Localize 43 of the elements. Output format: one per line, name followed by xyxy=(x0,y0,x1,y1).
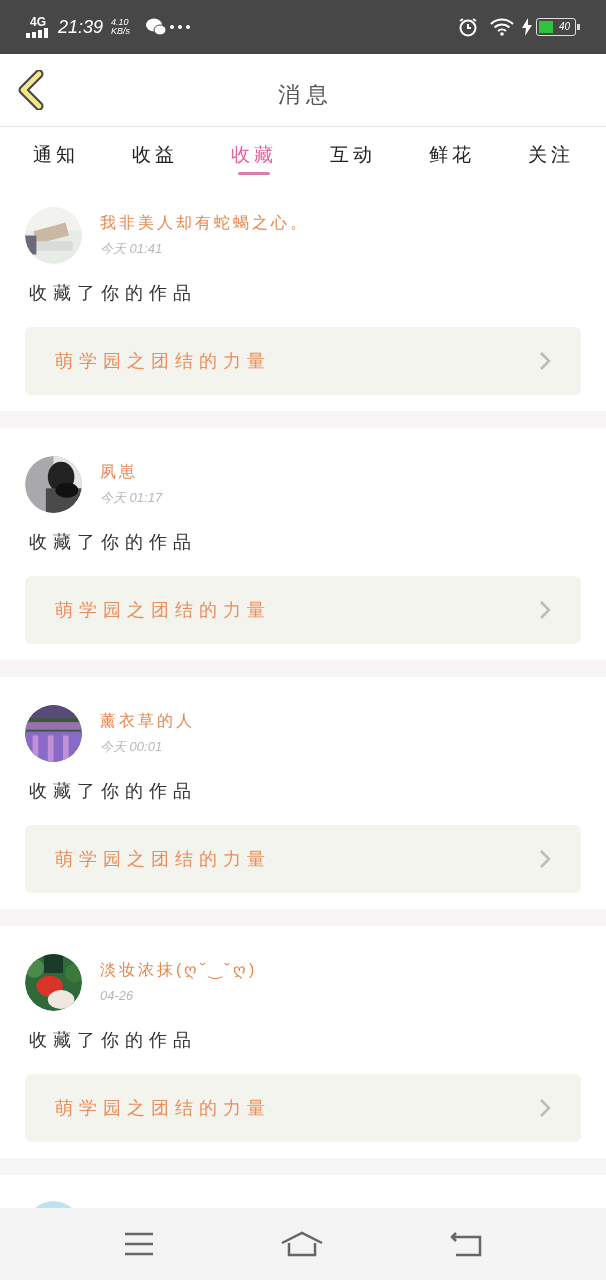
user-name[interactable]: 淡妆浓抹(ღ˘‿˘ღ) xyxy=(100,958,258,982)
message-text: 收藏了你的作品 xyxy=(29,531,198,554)
message-text: 收藏了你的作品 xyxy=(29,1029,198,1052)
network-speed: 4.10 xyxy=(111,18,130,27)
user-name[interactable]: 夙崽 xyxy=(100,460,163,484)
back-icon[interactable] xyxy=(450,1231,483,1257)
chevron-right-icon xyxy=(539,849,551,869)
tab[interactable]: 互动 xyxy=(303,127,402,179)
tab[interactable]: 通知 xyxy=(6,127,105,179)
work-link[interactable]: 萌学园之团结的力量 xyxy=(25,825,581,893)
more-icon xyxy=(170,25,191,29)
tab[interactable]: 收藏 xyxy=(204,127,303,179)
wifi-icon xyxy=(490,18,514,36)
tab[interactable]: 鲜花 xyxy=(402,127,501,179)
message-time: 今天 01:17 xyxy=(100,489,163,507)
signal-icon xyxy=(26,28,50,38)
tab[interactable]: 收益 xyxy=(105,127,204,179)
chevron-right-icon xyxy=(539,351,551,371)
battery-percent: 40 xyxy=(558,22,570,32)
message-text: 收藏了你的作品 xyxy=(29,282,198,305)
tab[interactable]: 关注 xyxy=(501,127,600,179)
work-link[interactable]: 萌学园之团结的力量 xyxy=(25,327,581,395)
speed-unit: KB/s xyxy=(111,27,131,36)
chevron-right-icon xyxy=(539,600,551,620)
network-label: 4G xyxy=(30,16,46,28)
message-text: 收藏了你的作品 xyxy=(29,780,198,803)
battery-fill xyxy=(539,21,553,33)
menu-icon[interactable] xyxy=(123,1232,154,1256)
message-time: 今天 01:41 xyxy=(100,240,164,258)
work-link[interactable]: 萌学园之团结的力量 xyxy=(25,1074,581,1142)
charging-icon xyxy=(522,18,532,36)
user-name[interactable]: 薰衣草的人 xyxy=(100,709,195,733)
chat-app-icon xyxy=(146,18,167,36)
back-button[interactable] xyxy=(16,68,46,112)
message-time: 今天 00:01 xyxy=(100,738,164,756)
page-title: 消 息 xyxy=(277,81,329,109)
chevron-right-icon xyxy=(539,1098,551,1118)
home-icon[interactable] xyxy=(281,1231,323,1257)
clock: 21:39 xyxy=(58,15,104,39)
user-name[interactable]: 我非美人却有蛇蝎之心。 xyxy=(100,211,309,235)
message-time: 04-26 xyxy=(100,987,135,1005)
alarm-icon xyxy=(458,17,478,37)
work-link[interactable]: 萌学园之团结的力量 xyxy=(25,576,581,644)
